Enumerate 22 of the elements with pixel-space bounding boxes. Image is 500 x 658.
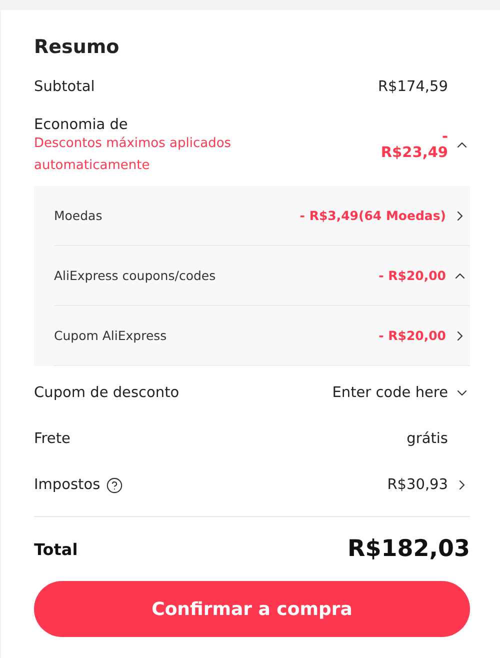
row-value: R$30,93	[387, 477, 448, 493]
discount-value: - R$20,00	[378, 328, 446, 343]
row-label: Frete	[34, 431, 70, 447]
row-value: Enter code here	[332, 385, 448, 401]
subtotal-label: Subtotal	[34, 79, 95, 95]
row-label: Cupom de desconto	[34, 385, 180, 401]
help-icon[interactable]	[106, 476, 124, 494]
total-value: R$182,03	[348, 536, 470, 562]
savings-note: Descontos máximos aplicados automaticamente	[34, 134, 232, 174]
row-label: Impostos	[34, 477, 100, 493]
savings-label: Economia de	[34, 116, 128, 132]
discount-label: AliExpress coupons/codes	[54, 268, 216, 283]
total-label: Total	[34, 540, 78, 558]
discount-value: - R$3,49(64 Moedas)	[300, 208, 446, 223]
savings-value: - R$23,49	[380, 129, 448, 161]
discount-label: Cupom AliExpress	[54, 328, 167, 343]
discount-value: - R$20,00	[378, 268, 446, 283]
confirm-purchase-button[interactable]: Confirmar a compra	[34, 581, 470, 637]
row-value: grátis	[406, 431, 448, 447]
discount-label: Moedas	[54, 208, 102, 223]
subtotal-value: R$174,59	[378, 79, 448, 95]
summary-title: Resumo	[34, 36, 120, 58]
